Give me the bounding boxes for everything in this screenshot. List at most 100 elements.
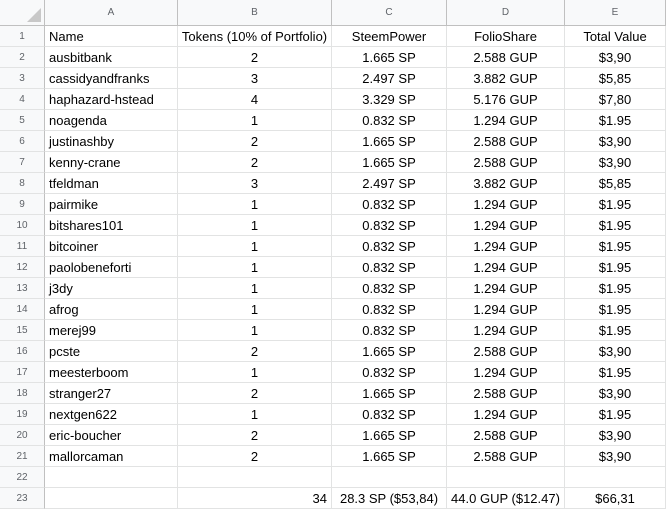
row-header-18[interactable]: 18: [0, 383, 45, 404]
cell-b4[interactable]: 4: [178, 89, 332, 110]
row-header-4[interactable]: 4: [0, 89, 45, 110]
row-header-2[interactable]: 2: [0, 47, 45, 68]
cell-a19[interactable]: nextgen622: [45, 404, 178, 425]
cell-b22[interactable]: [178, 467, 332, 488]
cell-d19[interactable]: 1.294 GUP: [447, 404, 565, 425]
cell-c23[interactable]: 28.3 SP ($53,84): [332, 488, 447, 509]
cell-d23[interactable]: 44.0 GUP ($12.47): [447, 488, 565, 509]
row-header-19[interactable]: 19: [0, 404, 45, 425]
cell-a11[interactable]: bitcoiner: [45, 236, 178, 257]
cell-e4[interactable]: $7,80: [565, 89, 666, 110]
cell-a14[interactable]: afrog: [45, 299, 178, 320]
cell-b18[interactable]: 2: [178, 383, 332, 404]
cell-b1[interactable]: Tokens (10% of Portfolio): [178, 26, 332, 47]
cell-c18[interactable]: 1.665 SP: [332, 383, 447, 404]
cell-e7[interactable]: $3,90: [565, 152, 666, 173]
cell-c12[interactable]: 0.832 SP: [332, 257, 447, 278]
cell-b23[interactable]: 34: [178, 488, 332, 509]
cell-b7[interactable]: 2: [178, 152, 332, 173]
cell-b15[interactable]: 1: [178, 320, 332, 341]
cell-b5[interactable]: 1: [178, 110, 332, 131]
row-header-22[interactable]: 22: [0, 467, 45, 488]
cell-b10[interactable]: 1: [178, 215, 332, 236]
cell-d22[interactable]: [447, 467, 565, 488]
cell-a6[interactable]: justinashby: [45, 131, 178, 152]
cell-e3[interactable]: $5,85: [565, 68, 666, 89]
cell-b9[interactable]: 1: [178, 194, 332, 215]
cell-b17[interactable]: 1: [178, 362, 332, 383]
cell-a3[interactable]: cassidyandfranks: [45, 68, 178, 89]
row-header-20[interactable]: 20: [0, 425, 45, 446]
cell-e9[interactable]: $1.95: [565, 194, 666, 215]
row-header-16[interactable]: 16: [0, 341, 45, 362]
cell-d2[interactable]: 2.588 GUP: [447, 47, 565, 68]
cell-e5[interactable]: $1.95: [565, 110, 666, 131]
cell-e20[interactable]: $3,90: [565, 425, 666, 446]
cell-b14[interactable]: 1: [178, 299, 332, 320]
cell-b20[interactable]: 2: [178, 425, 332, 446]
cell-a21[interactable]: mallorcaman: [45, 446, 178, 467]
cell-b12[interactable]: 1: [178, 257, 332, 278]
cell-e1[interactable]: Total Value: [565, 26, 666, 47]
row-header-17[interactable]: 17: [0, 362, 45, 383]
cell-b3[interactable]: 3: [178, 68, 332, 89]
select-all-corner[interactable]: [0, 0, 45, 26]
cell-c10[interactable]: 0.832 SP: [332, 215, 447, 236]
cell-c5[interactable]: 0.832 SP: [332, 110, 447, 131]
cell-d4[interactable]: 5.176 GUP: [447, 89, 565, 110]
cell-d15[interactable]: 1.294 GUP: [447, 320, 565, 341]
cell-a7[interactable]: kenny-crane: [45, 152, 178, 173]
cell-a1[interactable]: Name: [45, 26, 178, 47]
cell-b13[interactable]: 1: [178, 278, 332, 299]
cell-e15[interactable]: $1.95: [565, 320, 666, 341]
column-header-d[interactable]: D: [447, 0, 565, 26]
row-header-14[interactable]: 14: [0, 299, 45, 320]
cell-c15[interactable]: 0.832 SP: [332, 320, 447, 341]
cell-d10[interactable]: 1.294 GUP: [447, 215, 565, 236]
cell-d6[interactable]: 2.588 GUP: [447, 131, 565, 152]
cell-d3[interactable]: 3.882 GUP: [447, 68, 565, 89]
cell-c21[interactable]: 1.665 SP: [332, 446, 447, 467]
cell-e14[interactable]: $1.95: [565, 299, 666, 320]
cell-e11[interactable]: $1.95: [565, 236, 666, 257]
cell-e10[interactable]: $1.95: [565, 215, 666, 236]
row-header-23[interactable]: 23: [0, 488, 45, 509]
cell-a8[interactable]: tfeldman: [45, 173, 178, 194]
row-header-10[interactable]: 10: [0, 215, 45, 236]
cell-c17[interactable]: 0.832 SP: [332, 362, 447, 383]
cell-d8[interactable]: 3.882 GUP: [447, 173, 565, 194]
cell-c9[interactable]: 0.832 SP: [332, 194, 447, 215]
row-header-11[interactable]: 11: [0, 236, 45, 257]
cell-a5[interactable]: noagenda: [45, 110, 178, 131]
cell-b8[interactable]: 3: [178, 173, 332, 194]
cell-e12[interactable]: $1.95: [565, 257, 666, 278]
row-header-15[interactable]: 15: [0, 320, 45, 341]
cell-d21[interactable]: 2.588 GUP: [447, 446, 565, 467]
cell-c11[interactable]: 0.832 SP: [332, 236, 447, 257]
cell-e21[interactable]: $3,90: [565, 446, 666, 467]
row-header-13[interactable]: 13: [0, 278, 45, 299]
cell-b21[interactable]: 2: [178, 446, 332, 467]
column-header-c[interactable]: C: [332, 0, 447, 26]
cell-e16[interactable]: $3,90: [565, 341, 666, 362]
column-header-a[interactable]: A: [45, 0, 178, 26]
cell-b19[interactable]: 1: [178, 404, 332, 425]
cell-b6[interactable]: 2: [178, 131, 332, 152]
cell-c7[interactable]: 1.665 SP: [332, 152, 447, 173]
column-header-b[interactable]: B: [178, 0, 332, 26]
cell-e17[interactable]: $1.95: [565, 362, 666, 383]
cell-d7[interactable]: 2.588 GUP: [447, 152, 565, 173]
cell-e18[interactable]: $3,90: [565, 383, 666, 404]
cell-d1[interactable]: FolioShare: [447, 26, 565, 47]
cell-a10[interactable]: bitshares101: [45, 215, 178, 236]
cell-e23[interactable]: $66,31: [565, 488, 666, 509]
cell-d18[interactable]: 2.588 GUP: [447, 383, 565, 404]
cell-c3[interactable]: 2.497 SP: [332, 68, 447, 89]
cell-a20[interactable]: eric-boucher: [45, 425, 178, 446]
cell-a22[interactable]: [45, 467, 178, 488]
cell-e22[interactable]: [565, 467, 666, 488]
cell-c14[interactable]: 0.832 SP: [332, 299, 447, 320]
cell-c20[interactable]: 1.665 SP: [332, 425, 447, 446]
cell-c13[interactable]: 0.832 SP: [332, 278, 447, 299]
cell-e8[interactable]: $5,85: [565, 173, 666, 194]
